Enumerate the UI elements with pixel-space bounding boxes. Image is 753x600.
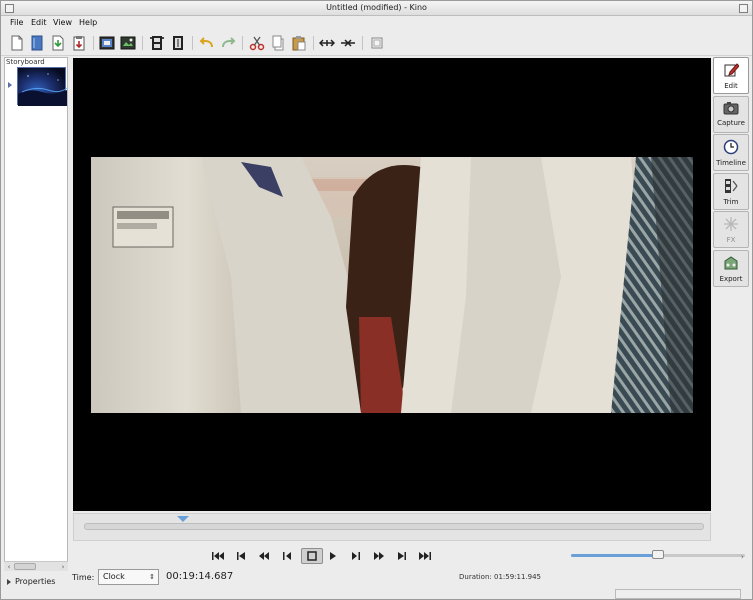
export-icon bbox=[723, 255, 739, 273]
mode-button-label: Timeline bbox=[716, 159, 746, 167]
export-frame-icon[interactable] bbox=[119, 34, 137, 52]
mode-button-fx[interactable]: FX bbox=[713, 211, 749, 248]
scrubber-handle-icon[interactable] bbox=[177, 516, 190, 522]
arrow-expand-icon[interactable] bbox=[339, 34, 357, 52]
stop-icon[interactable] bbox=[301, 548, 323, 564]
step-forward-icon[interactable] bbox=[347, 548, 365, 564]
scroll-right-icon[interactable]: › bbox=[59, 563, 67, 571]
paste-icon[interactable] bbox=[290, 34, 308, 52]
volume-slider[interactable] bbox=[571, 550, 745, 559]
redo-icon[interactable] bbox=[219, 34, 237, 52]
menu-edit[interactable]: Edit bbox=[31, 18, 47, 27]
rewind-icon[interactable] bbox=[255, 548, 273, 564]
menu-help[interactable]: Help bbox=[79, 18, 97, 27]
toolbar-separator bbox=[242, 36, 243, 50]
split-scene-icon[interactable] bbox=[148, 34, 166, 52]
cut-icon[interactable] bbox=[248, 34, 266, 52]
mode-button-label: FX bbox=[726, 236, 736, 244]
mode-button-export[interactable]: Export bbox=[713, 249, 749, 287]
mode-button-label: Trim bbox=[723, 197, 739, 206]
scroll-left-icon[interactable]: ‹ bbox=[5, 563, 13, 571]
storyboard-panel: Storyboard bbox=[4, 57, 68, 571]
time-label: Time: bbox=[72, 573, 95, 582]
toolbar bbox=[1, 30, 752, 56]
duration-text: Duration: 01:59:11.945 bbox=[459, 573, 542, 581]
mode-button-label: Export bbox=[719, 274, 743, 283]
chevron-down-icon: ⇕ bbox=[149, 573, 155, 581]
main-window: Untitled (modified) - Kino File Edit Vie… bbox=[0, 0, 753, 600]
step-back-icon[interactable] bbox=[278, 548, 296, 564]
video-preview bbox=[73, 58, 711, 511]
join-scene-icon[interactable] bbox=[169, 34, 187, 52]
new-icon[interactable] bbox=[8, 34, 26, 52]
properties-label: Properties bbox=[15, 577, 56, 586]
storyboard-scrollbar[interactable]: ‹ › bbox=[4, 561, 68, 571]
prev-scene-icon[interactable] bbox=[232, 548, 250, 564]
copy-icon[interactable] bbox=[269, 34, 287, 52]
expand-arrow-icon bbox=[7, 578, 11, 585]
mode-button-label: Capture bbox=[717, 118, 745, 127]
trim-icon bbox=[723, 178, 739, 196]
menu-file[interactable]: File bbox=[10, 18, 23, 27]
video-frame bbox=[91, 157, 693, 413]
status-bar bbox=[615, 589, 741, 599]
fx-icon bbox=[723, 216, 739, 234]
next-scene-icon[interactable] bbox=[393, 548, 411, 564]
time-format-select[interactable]: Clock ⇕ bbox=[98, 569, 159, 585]
scene-thumbnail[interactable] bbox=[17, 67, 68, 106]
window-title: Untitled (modified) - Kino bbox=[326, 3, 427, 12]
end-icon[interactable] bbox=[416, 548, 434, 564]
volume-knob[interactable] bbox=[652, 550, 664, 559]
volume-fill bbox=[571, 554, 658, 557]
open-icon[interactable] bbox=[28, 34, 46, 52]
current-time: 00:19:14.687 bbox=[166, 571, 234, 582]
window-close-button[interactable] bbox=[739, 4, 748, 13]
save-as-icon[interactable] bbox=[70, 34, 88, 52]
title-bar: Untitled (modified) - Kino bbox=[1, 1, 752, 16]
start-icon[interactable] bbox=[209, 548, 227, 564]
clock-icon bbox=[723, 139, 739, 157]
capture-frame-icon[interactable] bbox=[98, 34, 116, 52]
mode-button-trim[interactable]: Trim bbox=[713, 172, 749, 210]
toolbar-separator bbox=[93, 36, 94, 50]
toolbar-separator bbox=[142, 36, 143, 50]
menu-bar: File Edit View Help bbox=[1, 16, 752, 30]
camera-icon bbox=[723, 101, 739, 117]
scrollbar-thumb[interactable] bbox=[14, 563, 36, 570]
scroll-right-icon[interactable]: › bbox=[741, 553, 749, 561]
save-icon[interactable] bbox=[49, 34, 67, 52]
edit-icon bbox=[723, 62, 740, 80]
mode-sidebar: Edit Capture Timeline Trim FX Export bbox=[713, 57, 751, 289]
preferences-icon[interactable] bbox=[368, 34, 386, 52]
position-scrubber[interactable] bbox=[73, 513, 711, 541]
undo-icon[interactable] bbox=[198, 34, 216, 52]
storyboard-header: Storyboard bbox=[6, 58, 45, 66]
mode-button-label: Edit bbox=[724, 82, 738, 90]
mode-button-timeline[interactable]: Timeline bbox=[713, 134, 749, 171]
time-format-value: Clock bbox=[103, 572, 125, 581]
mode-button-capture[interactable]: Capture bbox=[713, 95, 749, 133]
properties-expander[interactable]: Properties bbox=[7, 577, 55, 586]
arrow-collapse-icon[interactable] bbox=[318, 34, 336, 52]
fast-forward-icon[interactable] bbox=[370, 548, 388, 564]
play-icon[interactable] bbox=[324, 548, 342, 564]
scrubber-track[interactable] bbox=[84, 523, 704, 530]
mode-button-edit[interactable]: Edit bbox=[713, 57, 749, 94]
menu-view[interactable]: View bbox=[53, 18, 72, 27]
toolbar-separator bbox=[362, 36, 363, 50]
scene-marker-icon bbox=[8, 82, 12, 88]
toolbar-separator bbox=[313, 36, 314, 50]
toolbar-separator bbox=[192, 36, 193, 50]
